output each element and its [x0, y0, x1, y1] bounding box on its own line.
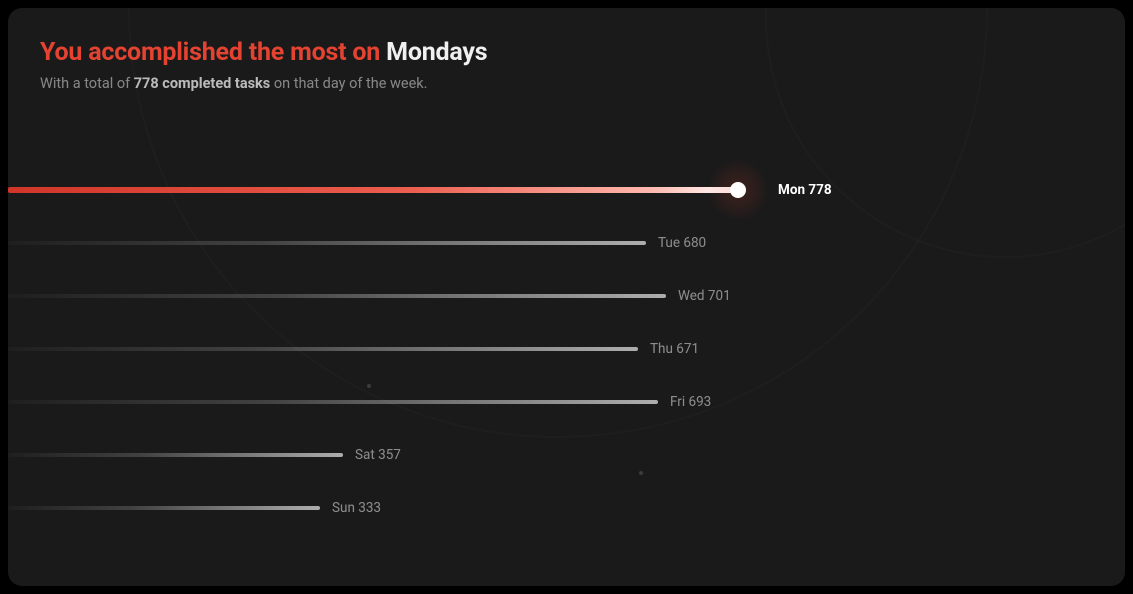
bar-label: Mon 778: [778, 182, 832, 198]
bar-row: Sun 333: [8, 501, 1093, 515]
bar-label: Wed 701: [678, 288, 731, 304]
subtitle: With a total of 778 completed tasks on t…: [40, 75, 1093, 92]
bar-track: [8, 453, 343, 457]
title-prefix: You accomplished the most on: [40, 38, 386, 67]
bar-row: Fri 693: [8, 395, 1093, 409]
bar-track: [8, 241, 646, 245]
bar-label: Thu 671: [650, 341, 699, 357]
bar-track-highlight: [8, 187, 738, 193]
title-highlight: Mondays: [386, 38, 487, 67]
stats-card: You accomplished the most on Mondays Wit…: [8, 8, 1125, 586]
bar-track: [8, 400, 658, 404]
bar-row: Thu 671: [8, 342, 1093, 356]
bar-row: Tue 680: [8, 236, 1093, 250]
bar-label: Sat 357: [355, 447, 401, 463]
subtitle-bold: 778 completed tasks: [134, 75, 271, 92]
bar-label: Sun 333: [332, 500, 381, 516]
page-title: You accomplished the most on Mondays: [40, 38, 1093, 67]
bar-row: Wed 701: [8, 289, 1093, 303]
bar-label: Fri 693: [670, 394, 711, 410]
bar-track: [8, 294, 666, 298]
bar-knob-icon: [730, 182, 746, 198]
bar-row: Mon 778: [8, 183, 1093, 197]
day-bars-container: Mon 778 Tue 680 Wed 701 Thu 671 Fri 693 Sat 3…: [8, 183, 1093, 554]
subtitle-suffix: on that day of the week.: [270, 75, 427, 92]
bar-track: [8, 347, 638, 351]
bar-track: [8, 506, 320, 510]
subtitle-prefix: With a total of: [40, 75, 134, 92]
bar-row: Sat 357: [8, 448, 1093, 462]
bar-label: Tue 680: [658, 235, 706, 251]
